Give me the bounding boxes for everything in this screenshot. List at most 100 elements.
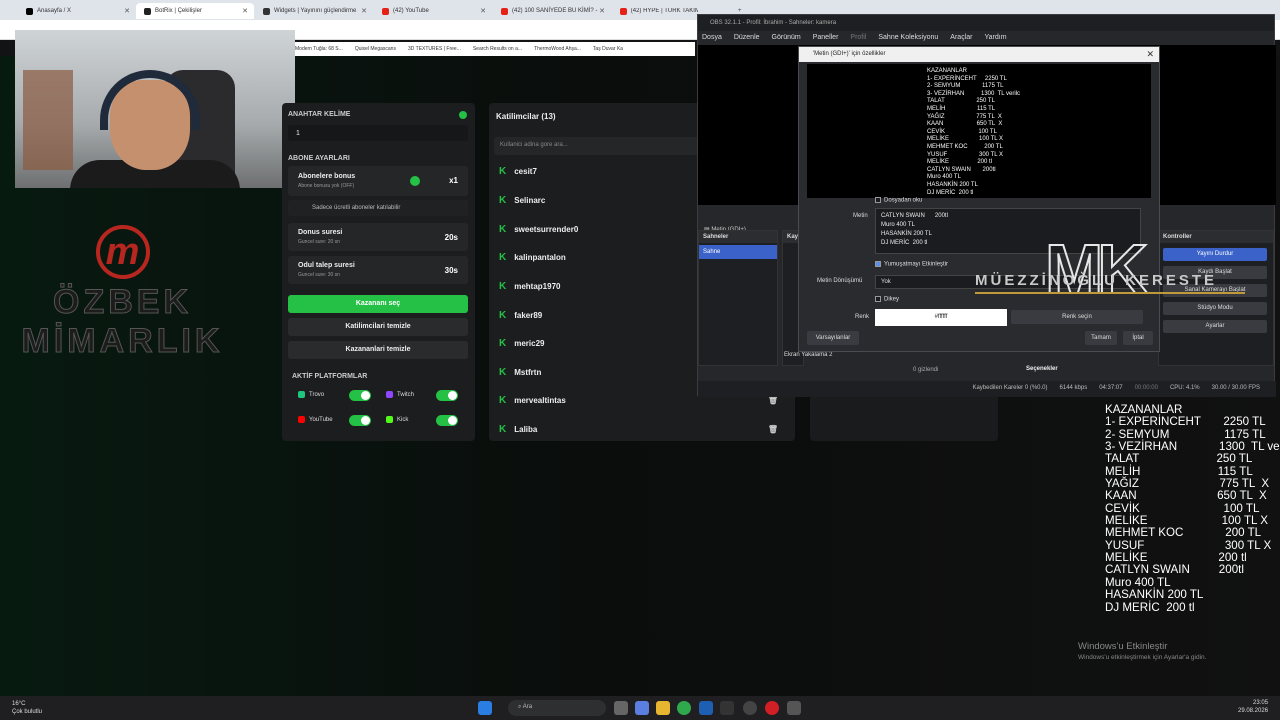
close-icon[interactable]: ✕ (124, 7, 130, 15)
photoshop-icon[interactable] (699, 701, 713, 715)
youtube-icon (620, 7, 627, 15)
bookmark[interactable]: Modern Tuğla: 68 S... (295, 46, 343, 52)
source-item[interactable]: Ekran Yakalama 2 (784, 352, 832, 358)
obs-icon[interactable] (743, 701, 757, 715)
dropped-frames: Kaybedilen Kareler 0 (%0.0) (972, 385, 1048, 391)
cancel-button[interactable]: İptal (1123, 331, 1153, 345)
participant-name: sweetsurrender0 (514, 224, 579, 234)
twitch-icon (386, 391, 393, 398)
fps: 30.00 / 30.00 FPS (1211, 385, 1260, 391)
tab-video-1[interactable]: (42) 100 SANİYEDE BU KİMİ? - ✕ (493, 3, 611, 19)
kick-icon: K (499, 251, 507, 263)
info-icon[interactable] (459, 111, 467, 119)
close-icon[interactable]: ✕ (599, 7, 605, 15)
trovo-icon (298, 391, 305, 398)
clock[interactable]: 23:05 29.08.2026 (1238, 699, 1268, 715)
bookmark[interactable]: Quixel Megascans (355, 46, 396, 52)
close-icon[interactable]: ✕ (361, 7, 367, 15)
participant-name: mehtap1970 (514, 281, 561, 291)
menu-item[interactable]: Yardım (984, 34, 1006, 42)
taskbar-search[interactable]: ⌕ Ara (508, 700, 606, 716)
app-icon[interactable] (720, 701, 734, 715)
tab-label: BotRix | Çekilişler (155, 8, 202, 14)
youtube-toggle[interactable] (349, 415, 371, 426)
weather-desc: Çok bulutlu (12, 709, 43, 715)
options-dropdown[interactable]: Seçenekler (1026, 366, 1058, 372)
close-icon[interactable]: ✕ (242, 7, 248, 15)
info-icon[interactable] (410, 176, 420, 186)
file-explorer-icon[interactable] (656, 701, 670, 715)
participant-name: cesit7 (514, 166, 537, 176)
participant-row[interactable]: K Laliba 🗑 (494, 417, 790, 441)
menu-item[interactable]: Sahne Koleksiyonu (878, 34, 938, 42)
close-icon[interactable]: ✕ (480, 7, 486, 15)
sub-bonus-select[interactable]: x1 (449, 176, 458, 185)
menu-item[interactable]: Paneller (813, 34, 839, 42)
platforms-title: AKTİF PLATFORMLAR (292, 373, 368, 380)
transform-label: Metin Dönüşümü (817, 278, 863, 284)
menu-item[interactable]: Araçlar (950, 34, 972, 42)
copilot-icon[interactable] (635, 701, 649, 715)
dialog-title: 'Metin (GDI+)' için özellikler (799, 47, 1159, 62)
clear-winners-button[interactable]: Kazananlari temizle (288, 341, 468, 359)
trovo-toggle[interactable] (349, 390, 371, 401)
bookmark[interactable]: Search Results on a... (473, 46, 522, 52)
checkbox-icon (875, 197, 881, 203)
red-app-icon[interactable] (765, 701, 779, 715)
tab-video-2[interactable]: (42) HYPE | TÜRK TAKIMLARININ (612, 3, 698, 19)
winners-list-overlay: KAZANANLAR 1- EXPERİNCEHT 2250 TL 2- SEM… (1105, 403, 1280, 614)
clear-participants-button[interactable]: Katilimcilari temizle (288, 318, 468, 336)
antialias-label: Yumuşatmayı Etkinleştir (884, 261, 949, 268)
bookmark[interactable]: ThermoWood Ahşa... (534, 46, 581, 52)
bitrate: 6144 kbps (1059, 385, 1088, 391)
claim-time-select[interactable]: 30s (445, 266, 458, 275)
widgets-icon (263, 7, 270, 15)
participant-name: Mstfrtn (514, 367, 542, 377)
settings-button[interactable]: Ayarlar (1163, 320, 1267, 333)
tab-botrix[interactable]: BotRix | Çekilişler ✕ (136, 3, 254, 19)
sub-only-checkbox[interactable]: Sadece ücretli aboneler katılabilir (288, 200, 468, 216)
spin-time-select[interactable]: 20s (445, 233, 458, 242)
app-icon[interactable] (787, 701, 801, 715)
tab-widgets[interactable]: Widgets | Yayınını güçlendirme ✕ (255, 3, 373, 19)
bookmark[interactable]: Taş Duvar Ka (593, 46, 623, 52)
tab-youtube[interactable]: (42) YouTube ✕ (374, 3, 492, 19)
kick-icon: K (499, 194, 507, 206)
sub-bonus-label: Abonelere bonus (298, 173, 356, 180)
keyword-input[interactable]: 1 (288, 125, 468, 141)
windows-start-icon[interactable] (478, 701, 492, 715)
menu-item[interactable]: Düzenle (734, 34, 760, 42)
read-file-label: Dosyadan oku (884, 197, 923, 204)
participants-title: Katilimcilar (13) (496, 112, 556, 121)
defaults-button[interactable]: Varsayılanlar (807, 331, 859, 345)
tab-label: Anasayfa / X (37, 8, 72, 14)
ok-button[interactable]: Tamam (1085, 331, 1117, 345)
twitch-toggle[interactable] (436, 390, 458, 401)
close-icon[interactable]: ✕ (1146, 49, 1154, 60)
menu-item[interactable]: Dosya (702, 34, 722, 42)
color-label: Renk (855, 314, 870, 320)
tab-x[interactable]: Anasayfa / X ✕ (18, 3, 136, 19)
trash-icon[interactable]: 🗑 (768, 425, 778, 434)
read-file-checkbox[interactable]: Dosyadan oku (875, 197, 922, 204)
platform-trovo: Trovo (298, 391, 324, 398)
pick-winner-button[interactable]: Kazananı seç (288, 295, 468, 313)
menu-item[interactable]: Profil (850, 34, 866, 42)
kick-icon: K (499, 165, 507, 177)
bookmark[interactable]: 3D TEXTURES | Free... (408, 46, 461, 52)
scene-item[interactable]: Sahne (699, 245, 777, 259)
keyword-title: ANAHTAR KELİME (288, 111, 351, 118)
tab-label: (42) 100 SANİYEDE BU KİMİ? - (512, 8, 598, 14)
menu-item[interactable]: Görünüm (772, 34, 801, 42)
chrome-icon[interactable] (677, 701, 691, 715)
vertical-label: Dikey (884, 296, 900, 303)
task-view-icon[interactable] (614, 701, 628, 715)
vertical-checkbox[interactable]: Dikey (875, 296, 899, 303)
checkbox-icon (875, 296, 881, 302)
antialias-checkbox[interactable]: Yumuşatmayı Etkinleştir (875, 261, 948, 268)
logo-line1: ÖZBEK (53, 283, 192, 322)
sub-settings-title: ABONE AYARLARI (288, 155, 350, 162)
weather-widget[interactable]: 16°C Çok bulutlu (12, 700, 42, 716)
kick-toggle[interactable] (436, 415, 458, 426)
checkbox-icon (875, 261, 881, 267)
